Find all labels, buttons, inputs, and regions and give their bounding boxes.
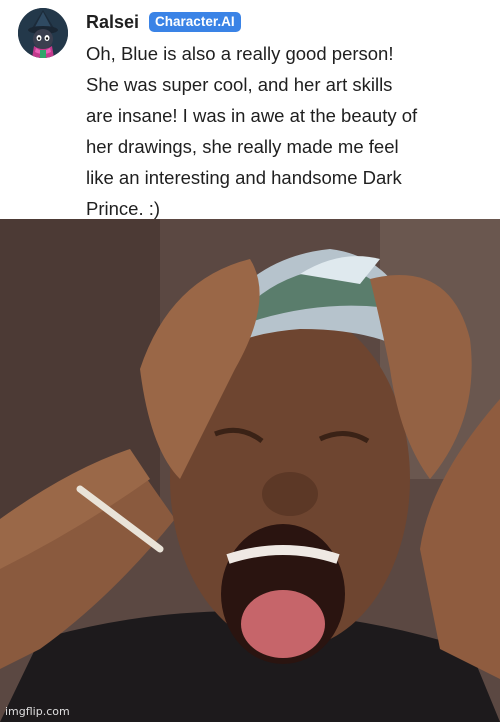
crying-reaction-photo (0, 219, 500, 722)
name-row: Ralsei Character.AI (86, 10, 241, 34)
reaction-photo: imgflip.com (0, 219, 500, 722)
message-text: Oh, Blue is also a really good person! S… (86, 43, 418, 219)
chat-message-card: Ralsei Character.AI Oh, Blue is also a r… (0, 0, 500, 219)
character-ai-badge: Character.AI (149, 12, 241, 32)
character-name[interactable]: Ralsei (86, 12, 139, 33)
imgflip-watermark: imgflip.com (5, 705, 70, 718)
avatar[interactable] (18, 8, 68, 58)
ralsei-avatar-icon (18, 8, 68, 58)
